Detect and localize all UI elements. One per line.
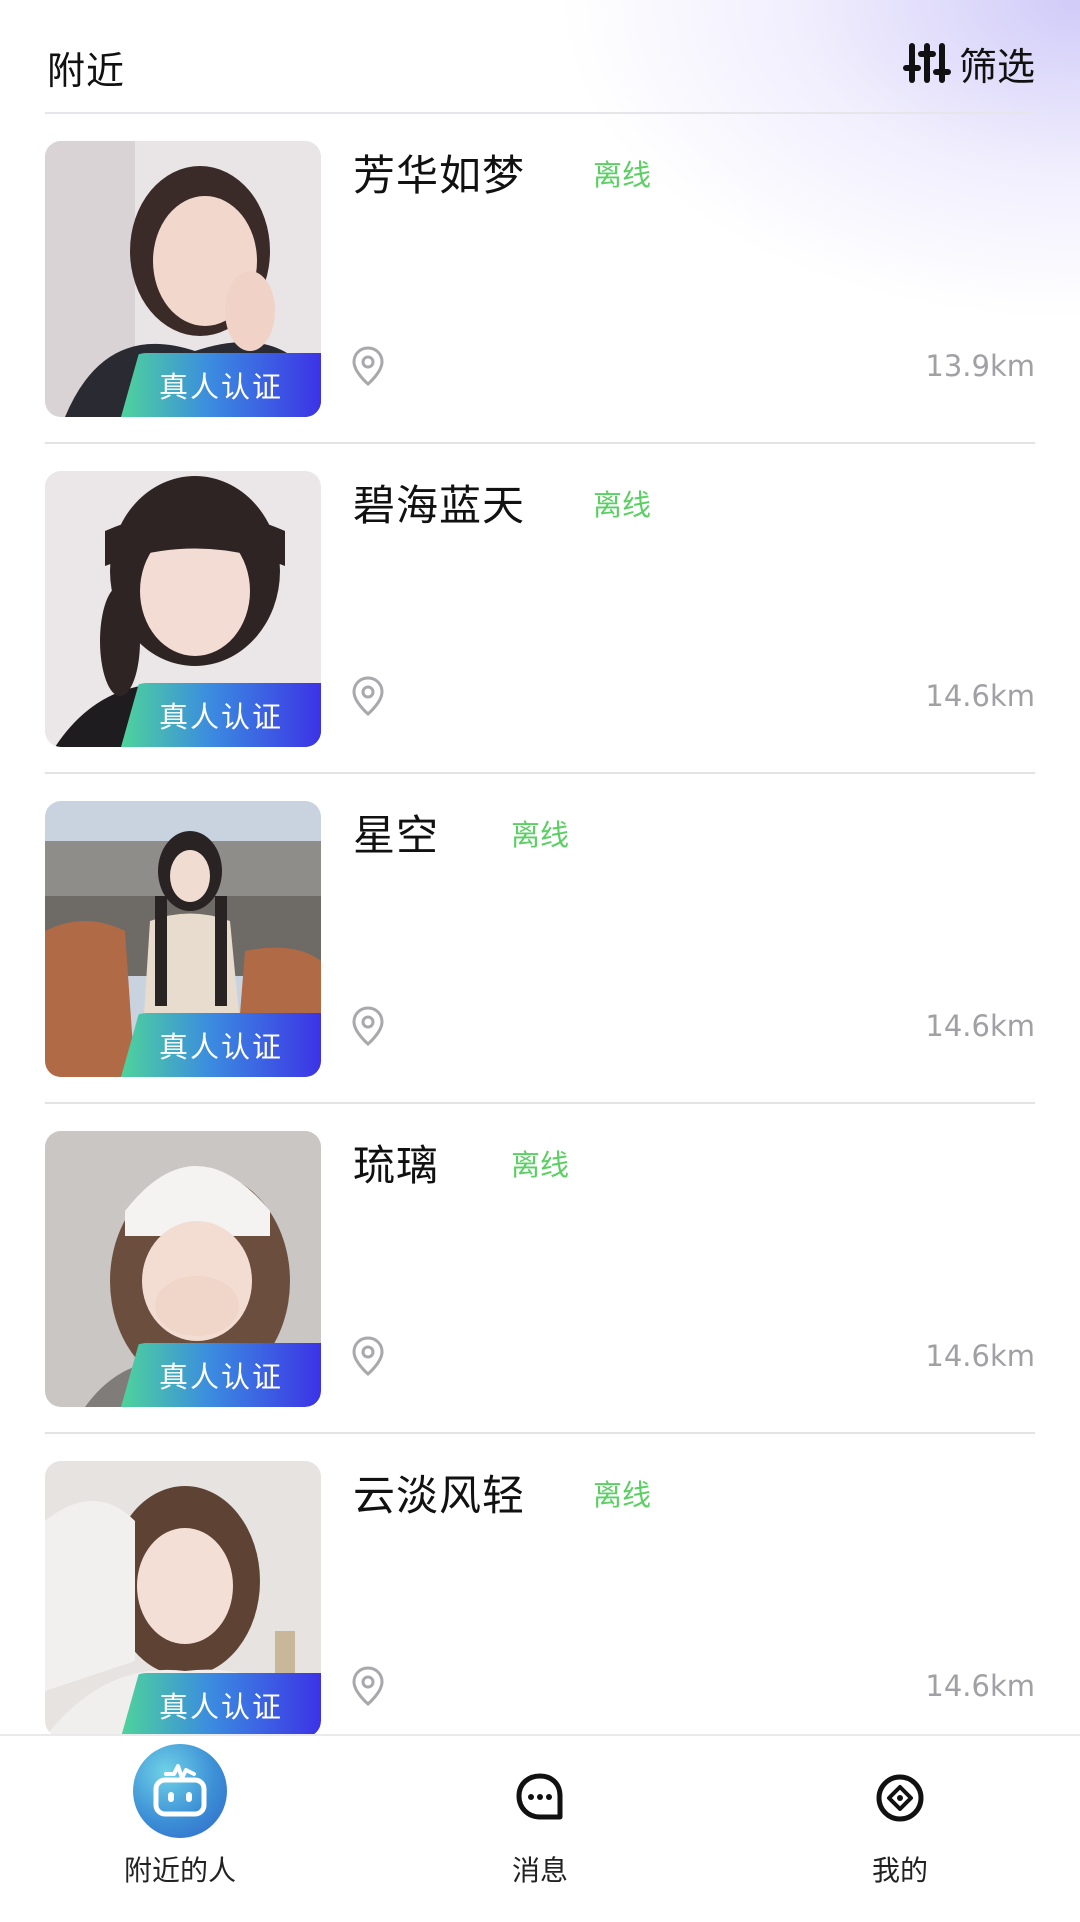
person-photo[interactable]: 真人认证 [45,1461,321,1737]
person-row[interactable]: 真人认证 星空 离线 14.6km [45,774,1035,1104]
person-row[interactable]: 真人认证 芳华如梦 离线 13.9km [45,114,1035,444]
person-photo[interactable]: 真人认证 [45,1131,321,1407]
distance-text: 14.6km [925,1009,1035,1043]
location-pin-icon [352,346,384,386]
verified-badge: 真人认证 [121,1673,321,1737]
tab-label: 附近的人 [123,1854,236,1887]
person-photo[interactable]: 真人认证 [45,471,321,747]
online-status: 离线 [511,818,570,852]
location-pin-icon [352,676,384,716]
person-name: 云淡风轻 [353,1471,526,1520]
verified-badge: 真人认证 [121,1343,321,1407]
chat-bubble-icon [516,1773,563,1820]
compass-icon [876,1774,924,1822]
person-row[interactable]: 真人认证 碧海蓝天 离线 14.6km [45,444,1035,774]
nearby-people-list: 真人认证 芳华如梦 离线 13.9km 真人认证 碧海蓝天 离线 14.6km … [45,114,1035,1762]
verified-badge: 真人认证 [121,353,321,417]
online-status: 离线 [593,488,652,522]
distance-text: 13.9km [925,349,1035,383]
filter-sliders-icon [902,43,951,83]
distance-text: 14.6km [925,1669,1035,1703]
filter-label: 筛选 [958,44,1035,89]
online-status: 离线 [593,158,652,192]
person-row[interactable]: 真人认证 琉璃 离线 14.6km [45,1104,1035,1434]
verified-badge: 真人认证 [121,683,321,747]
tab-mine[interactable]: 我的 [720,1736,1080,1922]
robot-icon [153,1764,207,1817]
location-pin-icon [352,1006,384,1046]
person-name: 琉璃 [353,1141,440,1190]
person-row[interactable]: 真人认证 云淡风轻 离线 14.6km [45,1434,1035,1762]
tab-messages[interactable]: 消息 [360,1736,720,1922]
tab-label: 我的 [871,1854,928,1887]
distance-text: 14.6km [925,1339,1035,1373]
filter-button[interactable]: 筛选 [902,38,1035,89]
person-name: 碧海蓝天 [353,481,526,530]
online-status: 离线 [593,1478,652,1512]
person-name: 星空 [353,811,440,860]
verified-badge: 真人认证 [121,1013,321,1077]
tab-label: 消息 [511,1854,568,1887]
top-header: 附近 筛选 [45,0,1035,114]
location-pin-icon [352,1666,384,1706]
bottom-tab-bar: 附近的人 消息 我的 [0,1734,1080,1922]
location-pin-icon [352,1336,384,1376]
tab-nearby-people[interactable]: 附近的人 [0,1736,360,1922]
person-photo[interactable]: 真人认证 [45,141,321,417]
active-tab-indicator [133,1744,227,1838]
person-photo[interactable]: 真人认证 [45,801,321,1077]
person-name: 芳华如梦 [353,151,526,200]
online-status: 离线 [511,1148,570,1182]
page-title: 附近 [47,49,126,93]
distance-text: 14.6km [925,679,1035,713]
